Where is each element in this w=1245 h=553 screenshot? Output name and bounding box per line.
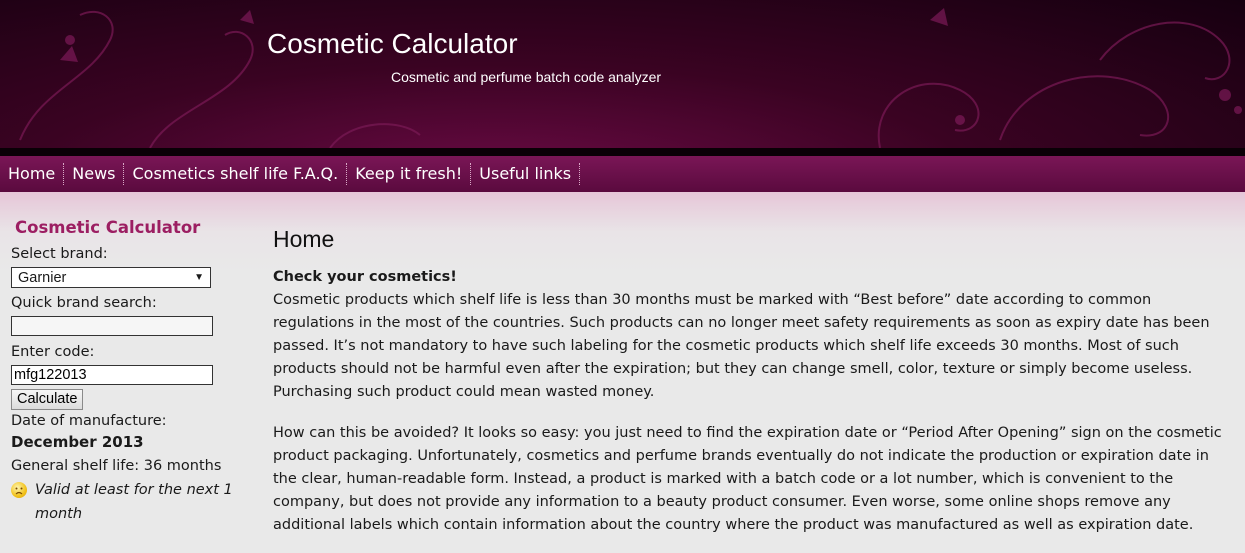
brand-select[interactable]: Garnier ▼ xyxy=(11,267,211,288)
nav-faq[interactable]: Cosmetics shelf life F.A.Q. xyxy=(124,163,348,185)
sidebar-title: Cosmetic Calculator xyxy=(15,218,201,237)
nav-keep-fresh[interactable]: Keep it fresh! xyxy=(347,163,472,185)
calculate-button[interactable]: Calculate xyxy=(11,389,84,410)
site-title: Cosmetic Calculator xyxy=(267,28,518,59)
dropdown-arrow-icon: ▼ xyxy=(194,272,204,283)
main-nav: Home News Cosmetics shelf life F.A.Q. Ke… xyxy=(0,156,1245,192)
brand-select-value: Garnier xyxy=(18,269,67,286)
nav-useful-links[interactable]: Useful links xyxy=(471,163,581,185)
main-content: Home Check your cosmetics! Cosmetic prod… xyxy=(273,226,1235,537)
paragraph-1: Cosmetic products which shelf life is le… xyxy=(273,292,1210,400)
manufacture-label: Date of manufacture: xyxy=(11,413,167,429)
code-label: Enter code: xyxy=(11,344,95,360)
brand-label: Select brand: xyxy=(11,246,108,262)
manufacture-date: December 2013 xyxy=(11,433,144,451)
nav-home[interactable]: Home xyxy=(0,163,65,185)
shelf-life: General shelf life: 36 months xyxy=(11,458,222,474)
site-header: Cosmetic Calculator Cosmetic and perfume… xyxy=(0,0,1245,148)
page-title: Home xyxy=(273,226,335,252)
header-divider xyxy=(0,148,1245,156)
code-input[interactable] xyxy=(11,365,213,385)
site-subtitle: Cosmetic and perfume batch code analyzer xyxy=(391,69,662,85)
paragraph-2: How can this be avoided? It looks so eas… xyxy=(273,425,1222,533)
lead-heading: Check your cosmetics! xyxy=(273,269,457,285)
nav-news[interactable]: News xyxy=(64,163,125,185)
search-label: Quick brand search: xyxy=(11,295,157,311)
brand-search-input[interactable] xyxy=(11,316,213,336)
calculator-sidebar: Cosmetic Calculator Select brand: Garnie… xyxy=(11,218,241,526)
validity-text: Valid at least for the next 1 month xyxy=(35,482,233,522)
validity-status: Valid at least for the next 1 month xyxy=(11,478,241,526)
sad-face-icon xyxy=(11,482,27,498)
